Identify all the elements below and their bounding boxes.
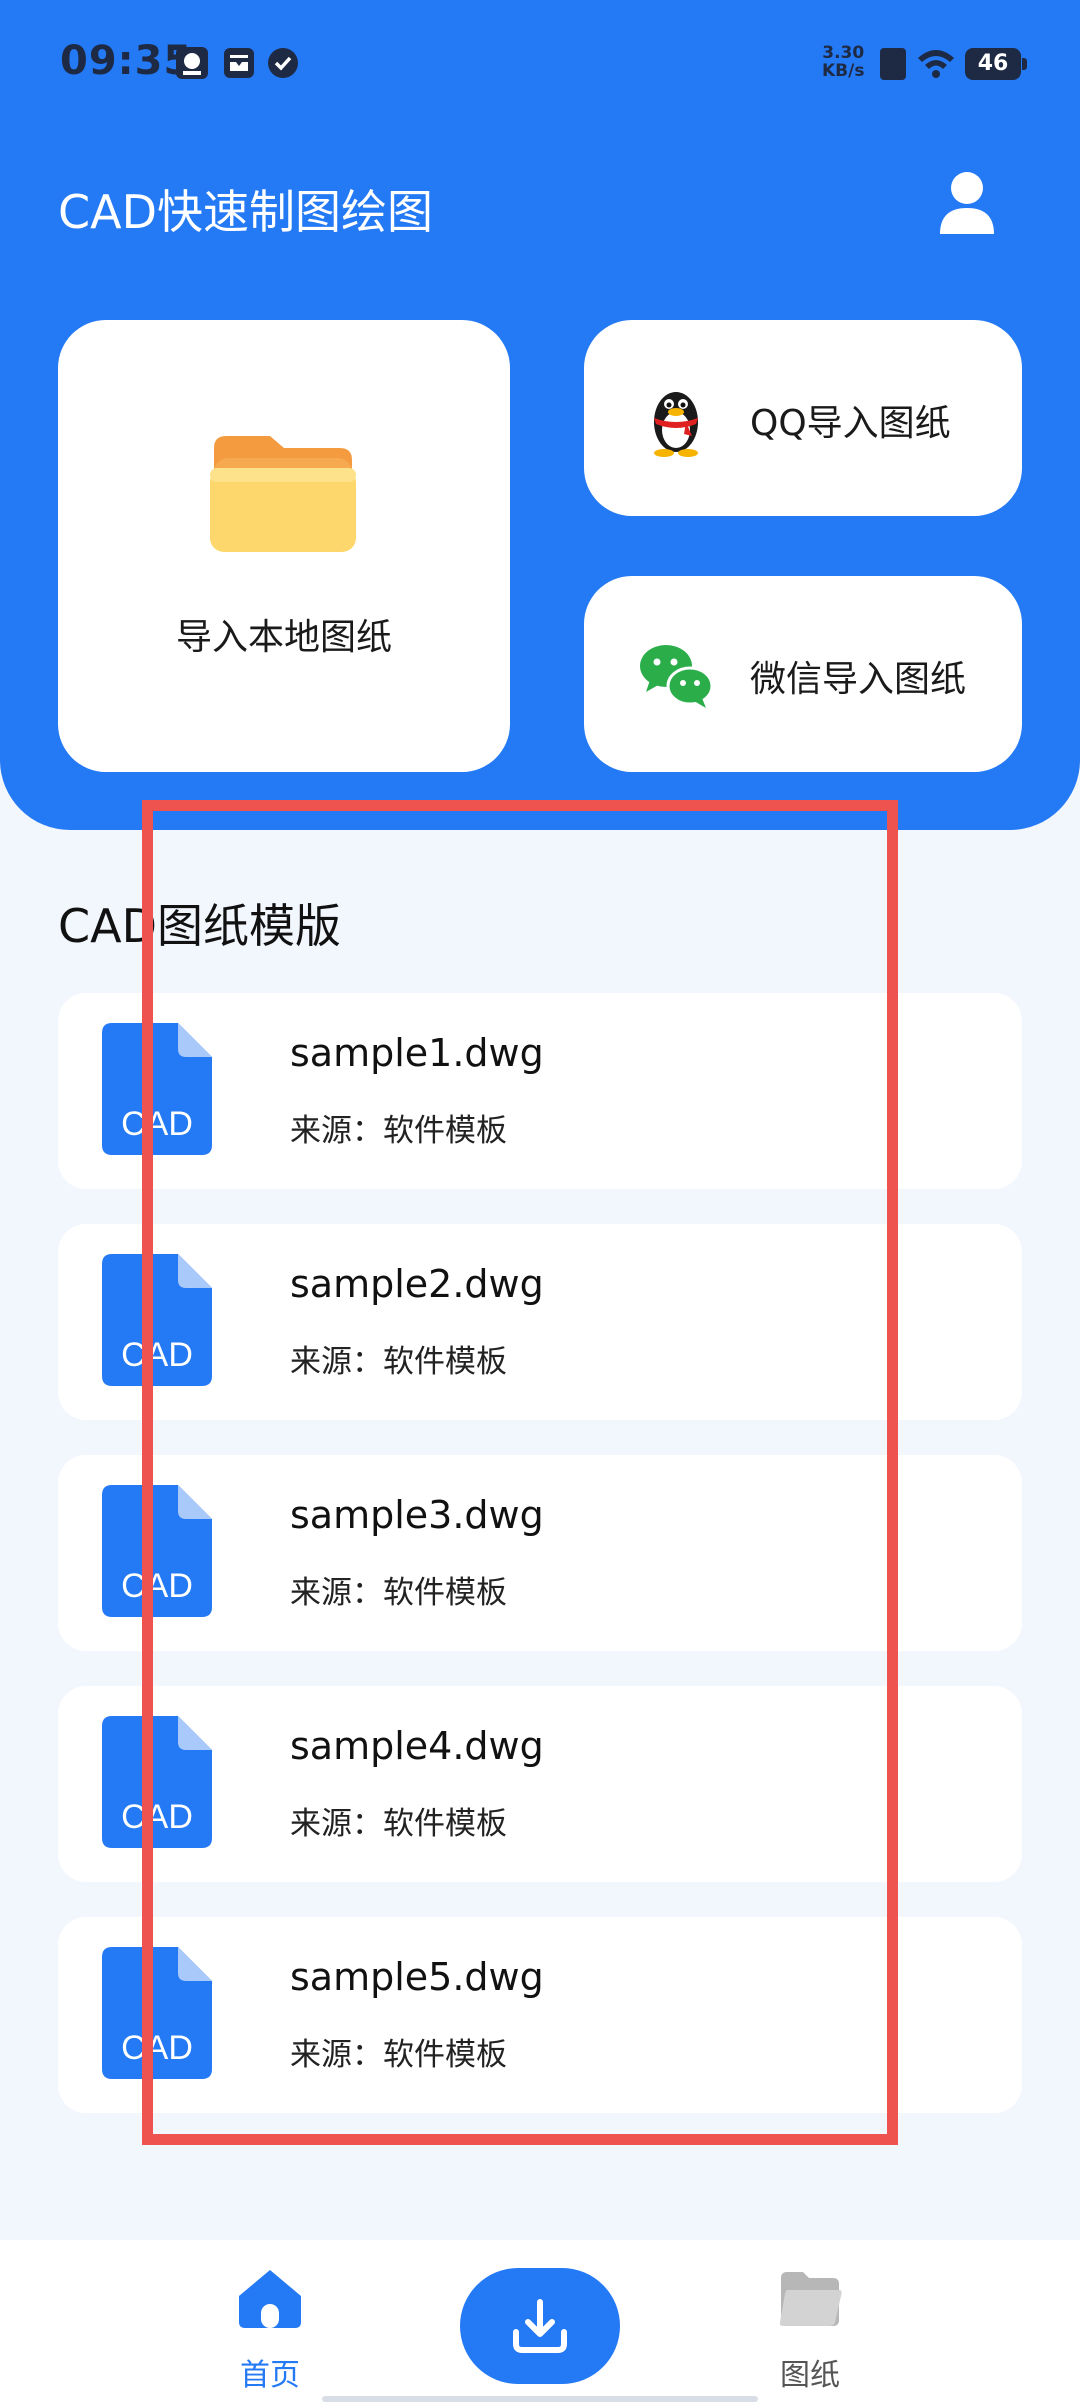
wechat-import-button[interactable]: 微信导入图纸 [584, 576, 1022, 772]
sim-off-icon [880, 48, 906, 80]
download-button[interactable] [460, 2268, 620, 2384]
import-local-button[interactable]: 导入本地图纸 [58, 320, 510, 772]
notification-app-icon [176, 47, 208, 79]
nav-drawings[interactable]: 图纸 [750, 2268, 870, 2394]
net-speed-value: 3.30 [822, 43, 865, 63]
folder-icon [779, 2272, 842, 2326]
wechat-import-label: 微信导入图纸 [750, 659, 967, 700]
qq-import-label: QQ导入图纸 [750, 403, 951, 444]
network-speed: 3.30 KB/s [822, 44, 864, 80]
wifi-icon [918, 50, 954, 78]
app-title: CAD快速制图绘图 [58, 185, 434, 239]
nav-home-label: 首页 [240, 2358, 300, 2393]
home-indicator [322, 2396, 758, 2402]
import-local-label: 导入本地图纸 [175, 617, 392, 658]
battery-indicator: 46 [965, 48, 1027, 80]
qq-import-button[interactable]: QQ导入图纸 [584, 320, 1022, 516]
nav-drawings-label: 图纸 [780, 2358, 840, 2393]
wechat-icon [640, 645, 714, 708]
inbox-icon [224, 48, 254, 78]
nav-home[interactable]: 首页 [210, 2268, 330, 2394]
verified-icon [268, 48, 298, 78]
qq-penguin-icon [654, 392, 698, 457]
highlight-box [142, 800, 898, 2145]
net-speed-unit: KB/s [822, 61, 865, 81]
download-icon [513, 2299, 567, 2353]
status-time: 09:35 [60, 38, 193, 84]
status-bar: 09:35 3.30 KB/s 46 [0, 0, 1080, 130]
home-icon [239, 2270, 301, 2328]
folder-icon [210, 436, 356, 552]
user-icon[interactable] [938, 170, 996, 236]
